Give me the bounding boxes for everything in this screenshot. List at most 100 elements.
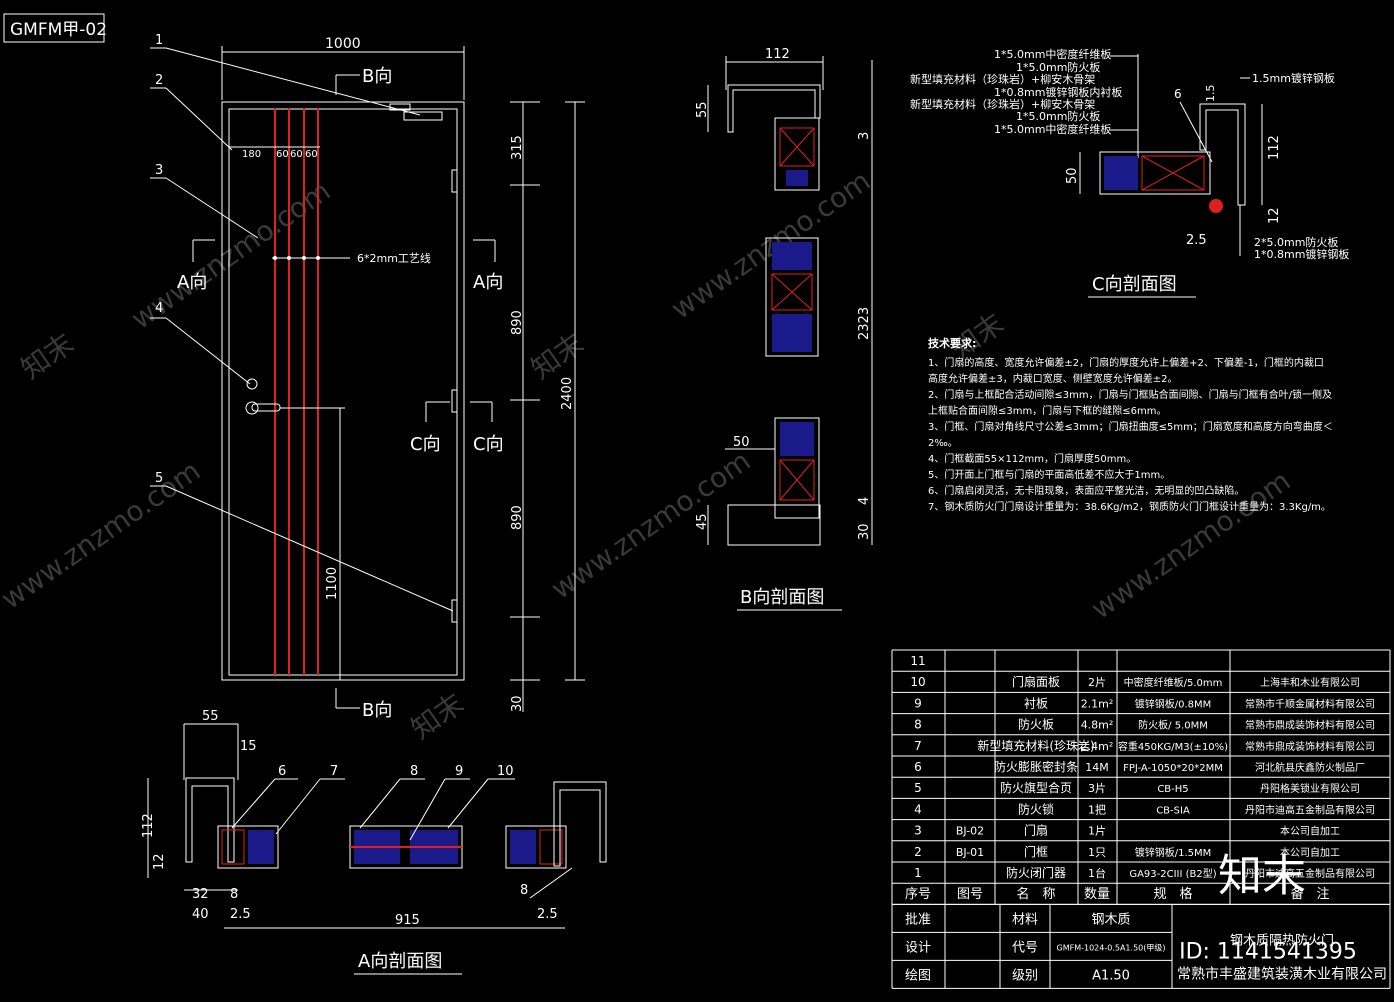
bom-row-qty: 4.8m² (1081, 719, 1114, 732)
section-a-dim-40: 40 (192, 907, 209, 922)
bom-row-spec: 中密度纤维板/5.0mm (1124, 676, 1223, 689)
offset-180: 180 (242, 149, 261, 160)
bom-row-name: 门扇面板 (1012, 674, 1060, 689)
bom-header-cell: 图号 (957, 887, 983, 902)
watermark-url-3: www.znzmo.com (665, 164, 876, 326)
section-c-dim-1-5: 1.5 (1204, 85, 1217, 103)
bom-header-cell: 名 称 (1016, 886, 1055, 902)
view-a-left: A向 (177, 272, 207, 293)
bom-row-name: 门扇 (1024, 823, 1048, 838)
section-c-callout-6: 6 (1174, 87, 1182, 101)
door-width-dim: 1000 (325, 36, 361, 52)
callout-4: 4 (155, 301, 163, 316)
tb-code-label: 代号 (1012, 940, 1038, 955)
bom-row-note: 常熟市鼎成装饰材料有限公司 (1245, 740, 1375, 753)
groove-note: 6*2mm工艺线 (357, 251, 431, 265)
layer-3: 新型填充材料（珍珠岩）+柳安木骨架 (910, 72, 1095, 86)
bom-row-name: 防火膨胀密封条 (994, 759, 1078, 774)
dim-890a: 890 (510, 310, 525, 335)
section-b-title: B向剖面图 (740, 587, 824, 608)
watermark-logo-large: 知末 (1218, 850, 1306, 901)
bom-row-qty: 1台 (1088, 866, 1106, 880)
bom-header-cell: 规 格 (1153, 886, 1192, 902)
door-elevation: 1000 180 60 60 60 6*2mm工艺线 1100 315 890 … (150, 33, 585, 721)
section-c-dim-50: 50 (1065, 167, 1080, 184)
bom-row-note: 本公司自加工 (1280, 825, 1340, 838)
offset-60a: 60 (276, 149, 289, 160)
tech-line-8: 5、门开面上门框与门扇的平面高低差不应大于1mm。 (928, 468, 1170, 481)
layer-5: 新型填充材料（珍珠岩）+柳安木骨架 (910, 97, 1095, 111)
bom-row-spec: CB-SIA (1156, 805, 1190, 816)
section-b: 112 55 3 50 45 2323 4 30 B向剖面图 (695, 47, 873, 611)
tech-line-1: 1、门扇的高度、宽度允许偏差±2，门扇的厚度允许上偏差+2、下偏差-1，门框的内… (928, 356, 1324, 369)
section-c-dim-112: 112 (1267, 135, 1282, 160)
section-b-dim-2323: 2323 (857, 307, 872, 340)
tech-line-6: 2‰。 (928, 438, 958, 449)
section-b-dim-30: 30 (857, 523, 872, 540)
offset-60b: 60 (290, 149, 303, 160)
frame-note: 1.5mm镀锌钢板 (1252, 71, 1335, 85)
section-a-callout-7: 7 (330, 764, 338, 779)
watermark-logo-1: 知末 (15, 327, 80, 386)
view-a-right: A向 (473, 272, 503, 293)
view-c-right: C向 (473, 434, 504, 455)
view-b-top: B向 (362, 66, 392, 87)
bom-row-no: 9 (914, 696, 922, 710)
bom-row-no: 5 (914, 781, 922, 795)
bom-row-spec: 防火板/ 5.0MM (1138, 719, 1208, 732)
offset-60c: 60 (305, 149, 318, 160)
drawing-id-box: GMFM甲-02 (3, 13, 107, 43)
tb-approve-label: 批准 (905, 912, 931, 927)
tb-design-label: 设计 (905, 940, 931, 955)
bom-row-no: 8 (914, 718, 922, 732)
drawing-id: GMFM甲-02 (10, 20, 107, 40)
bom-row-qty: 2.4m² (1081, 740, 1114, 753)
bom-row-spec: CB-H5 (1157, 784, 1188, 795)
section-c-title: C向剖面图 (1092, 274, 1177, 295)
view-b-bottom: B向 (362, 700, 392, 721)
bom-row-qty: 2.1m² (1081, 697, 1114, 710)
bom-row-note: 常熟市鼎成装饰材料有限公司 (1245, 719, 1375, 732)
section-a-dim-55: 55 (202, 709, 219, 724)
section-a-dim-12: 12 (152, 853, 167, 870)
tb-code-value: GMFM-1024-0.5A1.50(甲级) (1057, 942, 1166, 952)
dim-890b: 890 (510, 505, 525, 530)
bom-header-cell: 序号 (905, 887, 931, 902)
bom-row-name: 门框 (1024, 844, 1048, 859)
bom-row-no: 4 (914, 802, 922, 816)
section-c-dim-12: 12 (1267, 207, 1282, 224)
bom-row-name: 防火板 (1018, 717, 1054, 732)
section-a-dim-8b: 8 (520, 883, 528, 898)
tb-company: 常熟市丰盛建筑装潢木业有限公司 (1177, 965, 1387, 982)
watermark-logo-2: 知末 (525, 327, 590, 386)
bom-row-no: 11 (910, 654, 925, 668)
handle-height-dim: 1100 (325, 567, 340, 600)
tech-title: 技术要求: (928, 336, 976, 350)
bom-row-name: 新型填充材料(珍珠岩) (977, 738, 1094, 753)
bom-row-qty: 3片 (1088, 782, 1106, 795)
tb-grade-label: 级别 (1012, 968, 1038, 983)
section-c: 1*5.0mm中密度纤维板 1*5.0mm防火板 新型填充材料（珍珠岩）+柳安木… (910, 47, 1349, 298)
bom-row-note: 丹阳格美锁业有限公司 (1260, 782, 1360, 795)
callout-2: 2 (155, 73, 163, 88)
bom-row-name: 防火锁 (1018, 801, 1054, 816)
bom-row-drawing: BJ-02 (956, 825, 984, 838)
callout-5: 5 (155, 471, 163, 486)
bom-row-no: 1 (914, 866, 922, 880)
tb-material-label: 材料 (1012, 912, 1038, 927)
bom-row-spec: FPJ-A-1050*20*2MM (1123, 763, 1223, 774)
watermark-logo-4: 知末 (405, 687, 470, 746)
tech-line-4: 上框贴合面间隙≤3mm，门扇与下框的缝隙≤6mm。 (928, 404, 1166, 417)
section-a-dim-15: 15 (240, 739, 257, 754)
dim-315: 315 (510, 135, 525, 160)
view-c-left: C向 (410, 434, 441, 455)
section-a-callout-9: 9 (455, 764, 463, 779)
section-c-dim-2-5: 2.5 (1186, 233, 1207, 248)
tech-line-9: 6、门扇启闭灵活，无卡阻现象，表面应平整光洁，无明显的凹凸缺陷。 (928, 484, 1244, 497)
watermark-url-5: www.znzmo.com (0, 454, 206, 616)
bom-row-no: 10 (910, 675, 925, 689)
bom-row-name: 防火闭门器 (1006, 865, 1066, 880)
layer-4: 1*0.8mm镀锌钢板内衬板 (994, 85, 1122, 99)
section-a-dim-112: 112 (141, 813, 156, 838)
bom-row-spec: 镀锌钢板/0.8MM (1135, 697, 1212, 710)
